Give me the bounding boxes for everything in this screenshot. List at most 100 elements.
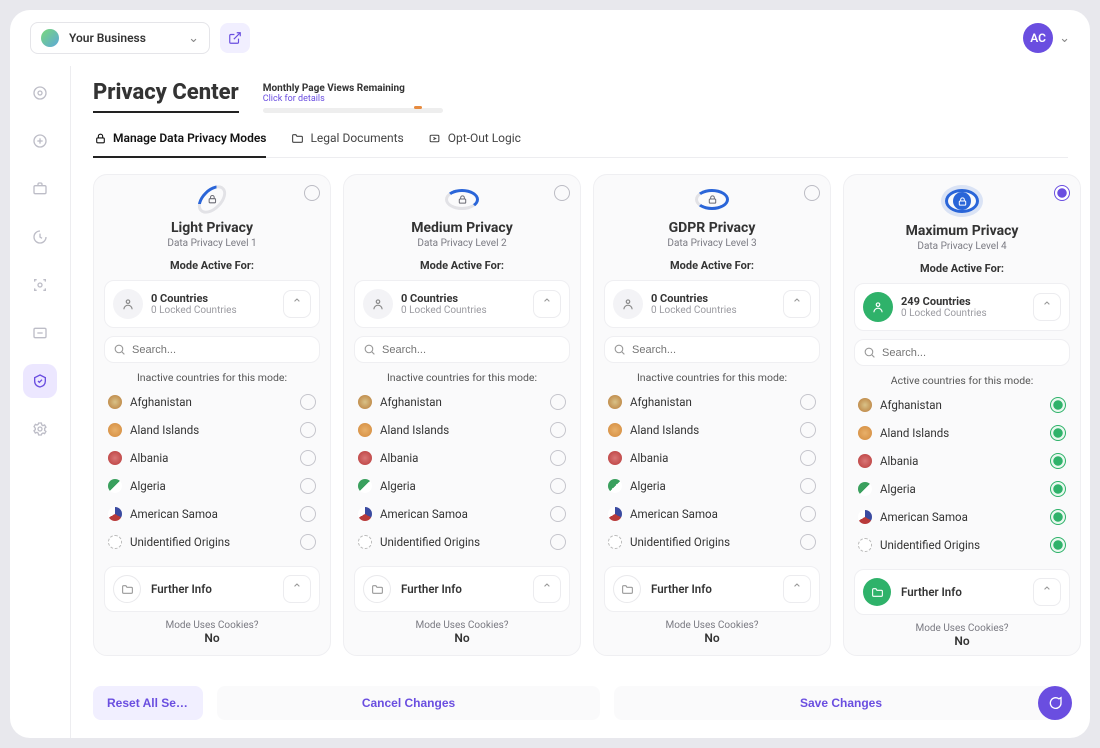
meter-details-link[interactable]: Click for details — [263, 94, 443, 104]
account-menu[interactable]: AC ⌄ — [1023, 23, 1070, 53]
country-toggle[interactable] — [550, 506, 566, 522]
countries-summary: 249 Countries 0 Locked Countries ⌃ — [854, 283, 1070, 331]
tab-optout-logic[interactable]: Opt-Out Logic — [428, 131, 521, 157]
country-toggle[interactable] — [800, 422, 816, 438]
flag-icon — [358, 451, 372, 465]
country-toggle[interactable] — [800, 478, 816, 494]
locked-count: 0 Locked Countries — [151, 305, 275, 316]
country-toggle[interactable] — [300, 534, 316, 550]
expand-button[interactable]: ⌃ — [283, 290, 311, 318]
search-input[interactable] — [382, 344, 561, 356]
mode-radio[interactable] — [304, 185, 320, 201]
topbar: Your Business ⌄ AC ⌄ — [10, 10, 1090, 66]
country-name: Unidentified Origins — [630, 535, 730, 549]
tab-label: Legal Documents — [310, 131, 403, 145]
country-toggle[interactable] — [550, 534, 566, 550]
country-toggle[interactable] — [1050, 397, 1066, 413]
search-input[interactable] — [132, 344, 311, 356]
mode-radio[interactable] — [1054, 185, 1070, 201]
mode-radio[interactable] — [554, 185, 570, 201]
flag-icon — [358, 479, 372, 493]
country-search[interactable] — [604, 336, 820, 363]
country-toggle[interactable] — [300, 506, 316, 522]
locked-count: 0 Locked Countries — [401, 305, 525, 316]
cookie-question: Mode Uses Cookies? — [354, 620, 570, 631]
country-toggle[interactable] — [300, 478, 316, 494]
search-input[interactable] — [882, 347, 1061, 359]
country-toggle[interactable] — [550, 394, 566, 410]
country-name: Unidentified Origins — [130, 535, 230, 549]
page-title: Privacy Center — [93, 80, 239, 113]
country-name: Aland Islands — [130, 423, 199, 437]
reset-button[interactable]: Reset All Sett... — [93, 686, 203, 720]
sidebar-item-briefcase[interactable] — [23, 172, 57, 206]
country-list: Afghanistan Aland Islands Albania Algeri… — [354, 388, 570, 556]
tab-label: Manage Data Privacy Modes — [113, 131, 266, 145]
country-toggle[interactable] — [550, 450, 566, 466]
business-selector[interactable]: Your Business ⌄ — [30, 22, 210, 54]
countries-count: 249 Countries — [901, 295, 1025, 308]
card-subtitle: Data Privacy Level 2 — [354, 238, 570, 249]
country-toggle[interactable] — [300, 394, 316, 410]
sidebar-item-add[interactable] — [23, 124, 57, 158]
flag-icon — [108, 535, 122, 549]
country-toggle[interactable] — [800, 534, 816, 550]
country-search[interactable] — [104, 336, 320, 363]
flag-icon — [108, 479, 122, 493]
sidebar-item-support[interactable] — [23, 316, 57, 350]
tab-manage-modes[interactable]: Manage Data Privacy Modes — [93, 131, 266, 157]
mode-radio[interactable] — [804, 185, 820, 201]
country-list: Afghanistan Aland Islands Albania Algeri… — [104, 388, 320, 556]
flag-icon — [608, 395, 622, 409]
sidebar-item-privacy[interactable] — [23, 364, 57, 398]
expand-button[interactable]: ⌃ — [783, 290, 811, 318]
country-toggle[interactable] — [1050, 453, 1066, 469]
country-toggle[interactable] — [1050, 425, 1066, 441]
country-toggle[interactable] — [800, 506, 816, 522]
level-ring-icon — [445, 189, 479, 210]
expand-button[interactable]: ⌃ — [1033, 578, 1061, 606]
country-row: Afghanistan — [354, 388, 570, 416]
sidebar-item-overview[interactable] — [23, 76, 57, 110]
tab-legal-documents[interactable]: Legal Documents — [290, 131, 403, 157]
country-row: Algeria — [604, 472, 820, 500]
cookie-answer: No — [854, 634, 1070, 648]
country-toggle[interactable] — [1050, 481, 1066, 497]
sidebar-item-settings[interactable] — [23, 412, 57, 446]
countries-summary: 0 Countries 0 Locked Countries ⌃ — [354, 280, 570, 328]
expand-button[interactable]: ⌃ — [533, 575, 561, 603]
expand-button[interactable]: ⌃ — [533, 290, 561, 318]
chat-fab[interactable] — [1038, 686, 1072, 720]
expand-button[interactable]: ⌃ — [1033, 293, 1061, 321]
country-toggle[interactable] — [1050, 509, 1066, 525]
person-icon — [363, 289, 393, 319]
open-external-button[interactable] — [220, 23, 250, 53]
further-info: Further Info ⌃ — [854, 569, 1070, 615]
card-subtitle: Data Privacy Level 3 — [604, 238, 820, 249]
expand-button[interactable]: ⌃ — [283, 575, 311, 603]
sidebar-item-scan[interactable] — [23, 268, 57, 302]
country-toggle[interactable] — [1050, 537, 1066, 553]
avatar: AC — [1023, 23, 1053, 53]
country-toggle[interactable] — [300, 450, 316, 466]
cancel-button[interactable]: Cancel Changes — [217, 686, 600, 720]
country-search[interactable] — [354, 336, 570, 363]
save-button[interactable]: Save Changes — [614, 686, 1068, 720]
country-row: Albania — [104, 444, 320, 472]
country-name: American Samoa — [130, 507, 218, 521]
country-toggle[interactable] — [550, 422, 566, 438]
country-toggle[interactable] — [800, 394, 816, 410]
flag-icon — [108, 507, 122, 521]
search-input[interactable] — [632, 344, 811, 356]
country-toggle[interactable] — [550, 478, 566, 494]
country-toggle[interactable] — [800, 450, 816, 466]
country-toggle[interactable] — [300, 422, 316, 438]
expand-button[interactable]: ⌃ — [783, 575, 811, 603]
cookie-question: Mode Uses Cookies? — [604, 620, 820, 631]
country-search[interactable] — [854, 339, 1070, 366]
footer: Reset All Sett... Cancel Changes Save Ch… — [71, 672, 1090, 738]
country-row: American Samoa — [354, 500, 570, 528]
pageviews-meter[interactable]: Monthly Page Views Remaining Click for d… — [263, 83, 443, 113]
sidebar-item-activity[interactable] — [23, 220, 57, 254]
country-row: Afghanistan — [104, 388, 320, 416]
